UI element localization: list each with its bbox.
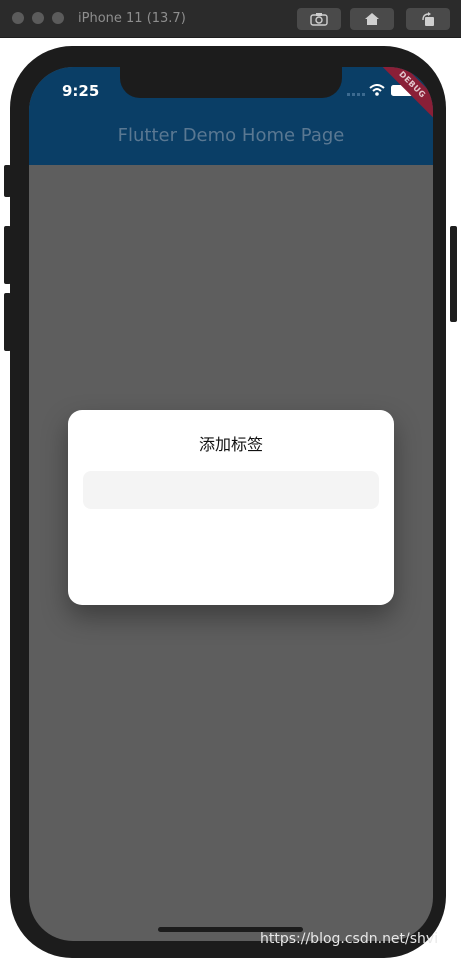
notch <box>120 67 342 98</box>
rotate-icon <box>422 12 434 26</box>
app-title: Flutter Demo Home Page <box>117 125 345 146</box>
close-window-button[interactable] <box>12 12 24 24</box>
zoom-window-button[interactable] <box>52 12 64 24</box>
phone-screen: 9:25 Flutter Demo Home Page DEBUG 添加标签 <box>29 67 433 941</box>
home-button[interactable] <box>350 8 394 30</box>
wifi-icon <box>369 84 385 96</box>
tag-input[interactable] <box>83 471 379 509</box>
simulator-title-bar: iPhone 11 (13.7) <box>0 0 461 38</box>
status-time: 9:25 <box>62 82 100 100</box>
screenshot-icon <box>310 13 328 26</box>
screenshot-button[interactable] <box>297 8 341 30</box>
debug-banner: DEBUG <box>367 67 433 130</box>
rotate-button[interactable] <box>406 8 450 30</box>
power-button <box>450 226 457 322</box>
dialog-title: 添加标签 <box>198 435 263 454</box>
app-bar: 9:25 Flutter Demo Home Page DEBUG <box>29 67 433 165</box>
simulator-title: iPhone 11 (13.7) <box>78 11 186 26</box>
add-tag-dialog: 添加标签 <box>68 410 394 605</box>
watermark: https://blog.csdn.net/shvi <box>260 931 439 947</box>
cellular-signal-icon <box>347 93 365 96</box>
minimize-window-button[interactable] <box>32 12 44 24</box>
home-icon <box>365 13 379 25</box>
